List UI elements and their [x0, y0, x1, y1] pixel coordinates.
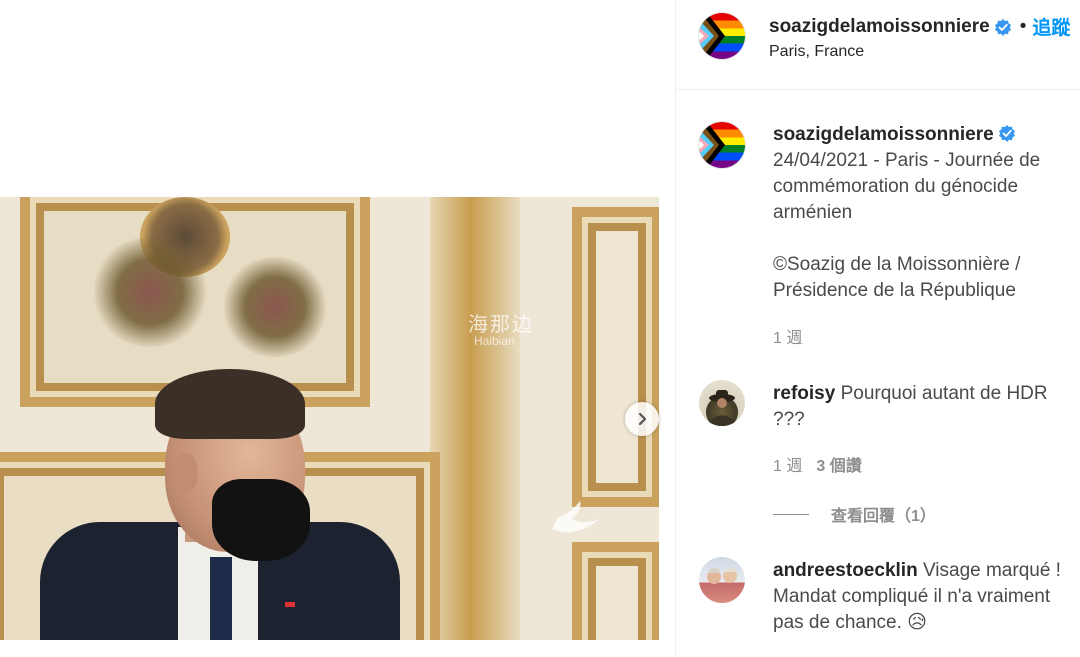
- post-location[interactable]: Paris, France: [769, 43, 864, 61]
- photo-gilded-panel-bottom-right: [572, 542, 659, 640]
- photo-gilded-column: [430, 197, 520, 640]
- caption-username[interactable]: soazigdelamoissonniere: [773, 124, 994, 145]
- author-username[interactable]: soazigdelamoissonniere: [769, 16, 990, 38]
- author-avatar[interactable]: [699, 13, 745, 59]
- watermark-bird-icon: [552, 501, 600, 533]
- caption-timestamp[interactable]: 1 週: [773, 324, 802, 348]
- comment-meta: 1 週 3 個讚: [773, 452, 862, 476]
- caption-author-avatar[interactable]: [699, 122, 745, 168]
- comment-username[interactable]: andreestoecklin: [773, 560, 918, 581]
- view-replies-button[interactable]: 查看回覆（1）: [773, 502, 936, 526]
- comment-item: andreestoecklin Visage marqué ! Mandat c…: [676, 557, 1080, 657]
- caption: soazigdelamoissonniere 24/04/2021 - Pari…: [676, 122, 1080, 352]
- view-replies-label: 查看回覆（1）: [831, 508, 936, 525]
- commenter-avatar-figure: [709, 390, 735, 426]
- photo-ear: [172, 452, 198, 494]
- photo-hair: [155, 369, 305, 439]
- photo-gilded-panel-right: [572, 207, 659, 507]
- caption-text-line1: 24/04/2021 - Paris - Journée de commémor…: [773, 150, 1041, 223]
- photo-floral-decor: [90, 237, 210, 347]
- post-photo[interactable]: [0, 197, 659, 640]
- commenter-avatar[interactable]: [699, 380, 745, 426]
- commenter-avatar-figure: [707, 567, 737, 584]
- watermark-subtext: Haibian: [474, 334, 515, 348]
- chevron-right-icon: [638, 412, 647, 426]
- comment-body: andreestoecklin Visage marqué ! Mandat c…: [773, 558, 1077, 636]
- photo-face-mask: [212, 479, 310, 561]
- comment-timestamp[interactable]: 1 週: [773, 452, 802, 476]
- caption-meta: 1 週: [773, 324, 802, 348]
- comment-body: refoisy Pourquoi autant de HDR ???: [773, 381, 1065, 433]
- progress-pride-chevron-icon: [699, 13, 725, 59]
- verified-badge-icon: [998, 125, 1015, 142]
- next-photo-button[interactable]: [625, 402, 659, 436]
- header-username-row: soazigdelamoissonniere • 追蹤: [769, 13, 1070, 40]
- caption-body: soazigdelamoissonniere 24/04/2021 - Pari…: [773, 122, 1063, 304]
- media-area: 海那边 Haibian: [0, 0, 675, 657]
- photo-tie: [210, 557, 232, 640]
- follow-button[interactable]: 追蹤: [1032, 13, 1070, 40]
- watermark-text: 海那边: [468, 314, 534, 336]
- photo-lapel-pin: [285, 602, 295, 607]
- caption-text-line2: ©Soazig de la Moissonnière / Présidence …: [773, 254, 1021, 301]
- separator-dot: •: [1019, 15, 1027, 37]
- comment-username[interactable]: refoisy: [773, 383, 835, 404]
- progress-pride-chevron-icon: [699, 122, 725, 168]
- view-replies-line: [773, 513, 809, 515]
- post-details-panel: soazigdelamoissonniere • 追蹤 Paris, Franc…: [675, 0, 1080, 657]
- post-header: soazigdelamoissonniere • 追蹤 Paris, Franc…: [676, 0, 1080, 90]
- comment-likes-count[interactable]: 3 個讚: [816, 452, 861, 476]
- commenter-avatar[interactable]: [699, 557, 745, 603]
- verified-badge-icon: [994, 18, 1011, 36]
- photo-floral-decor: [220, 257, 330, 357]
